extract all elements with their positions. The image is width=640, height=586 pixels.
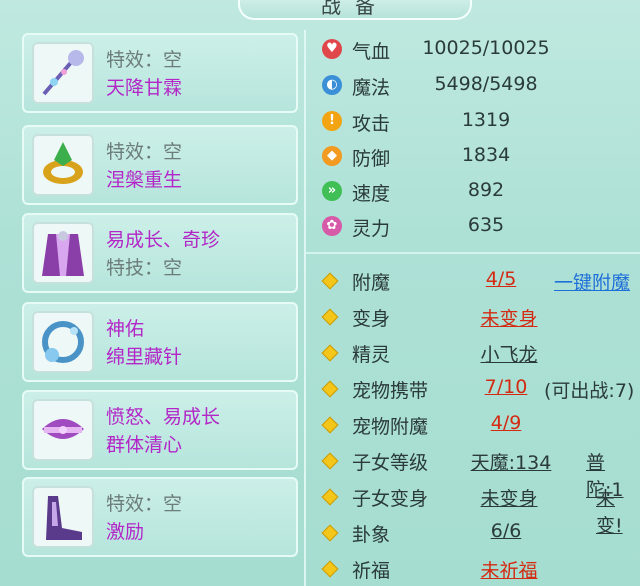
diamond-icon [321,308,339,326]
attr-label: 宠物附魔 [352,416,429,438]
column-divider [304,30,306,586]
attr-value[interactable]: 6/6 [476,520,536,542]
stat-label: 灵力 [352,218,391,240]
attr-label: 精灵 [352,344,391,366]
diamond-icon [321,272,339,290]
stat-label: 速度 [352,183,391,205]
item-skill-text: 涅槃重生 [106,169,183,191]
attr-value[interactable]: 未变身 [464,304,554,331]
robe-icon [32,222,94,284]
attr-row-qifu: 祈福 未祈福 [316,550,640,586]
attr-value[interactable]: 4/5 [476,268,526,290]
stat-label: 魔法 [352,77,391,99]
attr-row-bianshen: 变身 未变身 [316,298,640,334]
item-effect-text: 易成长、奇珍 [106,229,221,251]
attr-value[interactable]: 4/9 [476,412,536,434]
attr-row-pet-fumo: 宠物附魔 4/9 [316,406,640,442]
attr-label: 变身 [352,308,391,330]
stat-row-speed: » 速度 892 [316,175,640,209]
attr-row-pet-carry: 宠物携带 7/10 (可出战:7) [316,370,640,406]
diamond-icon [321,488,339,506]
ring-icon [32,134,94,196]
attr-label: 子女变身 [352,488,429,510]
equipment-card-belt[interactable]: 愤怒、易成长 群体清心 [22,390,298,470]
attr-value[interactable]: 未祈福 [464,556,554,583]
speed-icon: » [322,181,342,201]
diamond-icon [321,560,339,578]
stat-value: 10025/10025 [422,37,550,59]
stat-value: 5498/5498 [434,73,538,95]
stat-value: 635 [467,214,505,236]
attr-row-child-bianshen: 子女变身 未变身 未变! [316,478,640,537]
attr-row-fumo: 附魔 4/5 一键附魔 [316,262,640,298]
stat-label: 攻击 [352,113,391,135]
heart-icon: ♥ [322,39,342,59]
item-skill-text: 特技：空 [106,257,183,279]
attr-value[interactable]: 未变身 [464,484,554,511]
item-skill-text: 激励 [106,521,145,543]
attr-value[interactable]: 天魔:134 [456,448,566,475]
stat-row-hp: ♥ 气血 10025/10025 [316,33,640,67]
item-effect-text: 神佑 [106,318,145,340]
diamond-icon [321,344,339,362]
stat-label: 防御 [352,148,391,170]
diamond-icon [321,416,339,434]
stat-row-mp: ◐ 魔法 5498/5498 [316,69,640,103]
attr-label: 宠物携带 [352,380,429,402]
attack-icon: ! [322,111,342,131]
item-effect-text: 愤怒、易成长 [106,406,221,428]
attr-label: 子女等级 [352,452,429,474]
item-skill-text: 天降甘霖 [106,77,183,99]
staff-icon [32,42,94,104]
attr-value[interactable]: 7/10 [476,376,536,398]
item-effect-text: 特效：空 [106,141,183,163]
one-click-enchant-link[interactable]: 一键附魔 [554,268,630,295]
item-effect-text: 特效：空 [106,49,183,71]
attr-row-guaxiang: 卦象 6/6 [316,514,640,550]
equipment-card-bracelet[interactable]: 神佑 绵里藏针 [22,302,298,382]
equipment-card-robe[interactable]: 易成长、奇珍 特技：空 [22,213,298,293]
shield-icon: ◆ [322,146,342,166]
pet-battle-count: (可出战:7) [544,380,635,402]
belt-icon [32,399,94,461]
panel-title: 战备 [238,0,472,20]
stat-label: 气血 [352,41,391,63]
item-skill-text: 绵里藏针 [106,346,183,368]
equipment-card-weapon[interactable]: 特效：空 天降甘霖 [22,33,298,113]
diamond-icon [321,380,339,398]
item-effect-text: 特效：空 [106,493,183,515]
attr-row-child-level: 子女等级 天魔:134 普陀:1 [316,442,640,501]
stat-row-spirit: ✿ 灵力 635 [316,210,640,244]
spirit-icon: ✿ [322,216,342,236]
attr-row-jingling: 精灵 小飞龙 [316,334,640,370]
bracelet-icon [32,311,94,373]
attr-label: 卦象 [352,524,391,546]
attr-label: 祈福 [352,560,391,582]
mana-icon: ◐ [322,75,342,95]
stat-row-attack: ! 攻击 1319 [316,105,640,139]
item-skill-text: 群体清心 [106,434,183,456]
stat-value: 1319 [461,109,511,131]
section-divider [306,252,640,254]
attr-label: 附魔 [352,272,391,294]
diamond-icon [321,524,339,542]
attr-value[interactable]: 小飞龙 [464,340,554,367]
equipment-card-ring[interactable]: 特效：空 涅槃重生 [22,125,298,205]
stat-row-defense: ◆ 防御 1834 [316,140,640,174]
equipment-card-shoes[interactable]: 特效：空 激励 [22,477,298,557]
stat-value: 1834 [461,144,511,166]
shoes-icon [32,486,94,548]
stat-value: 892 [467,179,505,201]
diamond-icon [321,452,339,470]
